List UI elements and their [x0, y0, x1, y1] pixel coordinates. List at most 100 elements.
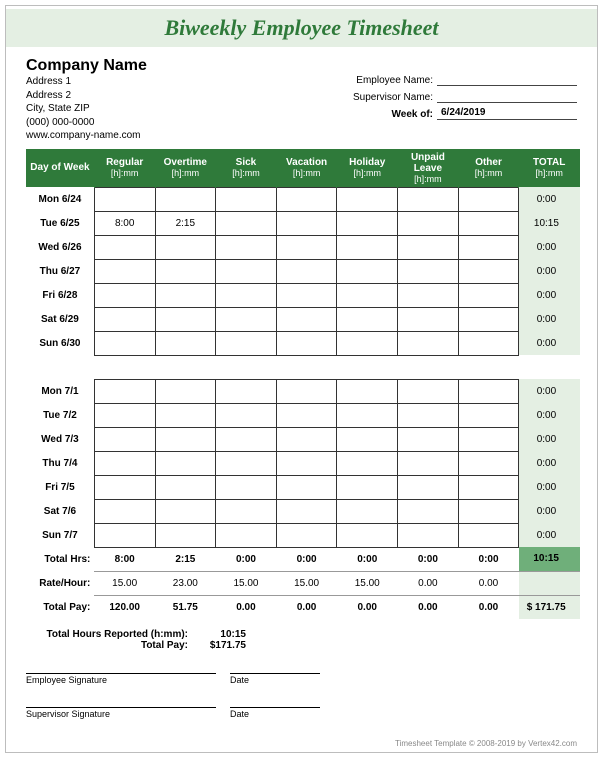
- cell-overtime[interactable]: [155, 331, 216, 355]
- cell-vacation[interactable]: [276, 211, 337, 235]
- cell-sick[interactable]: [216, 403, 277, 427]
- employee-signature-line[interactable]: Employee Signature: [26, 673, 216, 685]
- cell-regular[interactable]: [94, 475, 155, 499]
- cell-other[interactable]: [458, 379, 519, 403]
- cell-other[interactable]: [458, 259, 519, 283]
- cell-overtime[interactable]: [155, 259, 216, 283]
- cell-regular[interactable]: [94, 451, 155, 475]
- cell-vacation[interactable]: [276, 235, 337, 259]
- cell-vacation[interactable]: [276, 499, 337, 523]
- cell-overtime[interactable]: [155, 403, 216, 427]
- cell-other[interactable]: [458, 451, 519, 475]
- cell-unpaid[interactable]: [398, 379, 459, 403]
- cell-holiday[interactable]: [337, 259, 398, 283]
- cell-unpaid[interactable]: [398, 235, 459, 259]
- employee-name-value[interactable]: [437, 73, 577, 86]
- cell-sick[interactable]: [216, 523, 277, 547]
- cell-regular[interactable]: [94, 403, 155, 427]
- cell-other[interactable]: [458, 427, 519, 451]
- cell-overtime[interactable]: [155, 379, 216, 403]
- cell-other[interactable]: [458, 187, 519, 211]
- cell-unpaid[interactable]: [398, 307, 459, 331]
- cell-vacation[interactable]: [276, 331, 337, 355]
- cell-holiday[interactable]: [337, 331, 398, 355]
- cell-holiday[interactable]: [337, 403, 398, 427]
- cell-overtime[interactable]: [155, 235, 216, 259]
- cell-overtime[interactable]: [155, 427, 216, 451]
- cell-vacation[interactable]: [276, 379, 337, 403]
- cell-vacation[interactable]: [276, 259, 337, 283]
- cell-vacation[interactable]: [276, 283, 337, 307]
- cell-holiday[interactable]: [337, 475, 398, 499]
- cell-overtime[interactable]: [155, 283, 216, 307]
- cell-holiday[interactable]: [337, 427, 398, 451]
- cell-holiday[interactable]: [337, 187, 398, 211]
- cell-unpaid[interactable]: [398, 499, 459, 523]
- week-of-value[interactable]: 6/24/2019: [437, 107, 577, 120]
- cell-unpaid[interactable]: [398, 283, 459, 307]
- cell-overtime[interactable]: [155, 451, 216, 475]
- cell-regular[interactable]: [94, 187, 155, 211]
- cell-sick[interactable]: [216, 451, 277, 475]
- cell-unpaid[interactable]: [398, 403, 459, 427]
- cell-overtime[interactable]: [155, 475, 216, 499]
- cell-holiday[interactable]: [337, 451, 398, 475]
- cell-regular[interactable]: [94, 499, 155, 523]
- cell-other[interactable]: [458, 235, 519, 259]
- cell-other[interactable]: [458, 211, 519, 235]
- cell-sick[interactable]: [216, 259, 277, 283]
- cell-regular[interactable]: [94, 379, 155, 403]
- cell-regular[interactable]: 8:00: [94, 211, 155, 235]
- cell-sick[interactable]: [216, 211, 277, 235]
- supervisor-signature-line[interactable]: Supervisor Signature: [26, 707, 216, 719]
- cell-unpaid[interactable]: [398, 187, 459, 211]
- cell-overtime[interactable]: [155, 523, 216, 547]
- cell-sick[interactable]: [216, 235, 277, 259]
- cell-other[interactable]: [458, 403, 519, 427]
- cell-other[interactable]: [458, 523, 519, 547]
- cell-holiday[interactable]: [337, 379, 398, 403]
- cell-vacation[interactable]: [276, 475, 337, 499]
- cell-unpaid[interactable]: [398, 259, 459, 283]
- cell-unpaid[interactable]: [398, 523, 459, 547]
- cell-overtime[interactable]: 2:15: [155, 211, 216, 235]
- cell-holiday[interactable]: [337, 307, 398, 331]
- cell-sick[interactable]: [216, 427, 277, 451]
- cell-unpaid[interactable]: [398, 427, 459, 451]
- cell-sick[interactable]: [216, 331, 277, 355]
- supervisor-name-value[interactable]: [437, 90, 577, 103]
- cell-vacation[interactable]: [276, 307, 337, 331]
- cell-other[interactable]: [458, 331, 519, 355]
- cell-holiday[interactable]: [337, 523, 398, 547]
- cell-vacation[interactable]: [276, 187, 337, 211]
- cell-vacation[interactable]: [276, 403, 337, 427]
- cell-regular[interactable]: [94, 235, 155, 259]
- cell-sick[interactable]: [216, 499, 277, 523]
- cell-overtime[interactable]: [155, 187, 216, 211]
- cell-holiday[interactable]: [337, 283, 398, 307]
- cell-sick[interactable]: [216, 475, 277, 499]
- cell-other[interactable]: [458, 307, 519, 331]
- cell-other[interactable]: [458, 475, 519, 499]
- cell-other[interactable]: [458, 283, 519, 307]
- cell-overtime[interactable]: [155, 499, 216, 523]
- cell-holiday[interactable]: [337, 235, 398, 259]
- cell-overtime[interactable]: [155, 307, 216, 331]
- cell-regular[interactable]: [94, 259, 155, 283]
- cell-vacation[interactable]: [276, 451, 337, 475]
- cell-regular[interactable]: [94, 283, 155, 307]
- cell-unpaid[interactable]: [398, 451, 459, 475]
- supervisor-signature-date[interactable]: Date: [230, 707, 320, 719]
- cell-unpaid[interactable]: [398, 211, 459, 235]
- cell-holiday[interactable]: [337, 499, 398, 523]
- cell-sick[interactable]: [216, 307, 277, 331]
- cell-vacation[interactable]: [276, 427, 337, 451]
- cell-unpaid[interactable]: [398, 475, 459, 499]
- cell-sick[interactable]: [216, 379, 277, 403]
- cell-regular[interactable]: [94, 331, 155, 355]
- cell-vacation[interactable]: [276, 523, 337, 547]
- cell-sick[interactable]: [216, 187, 277, 211]
- cell-other[interactable]: [458, 499, 519, 523]
- cell-sick[interactable]: [216, 283, 277, 307]
- cell-regular[interactable]: [94, 307, 155, 331]
